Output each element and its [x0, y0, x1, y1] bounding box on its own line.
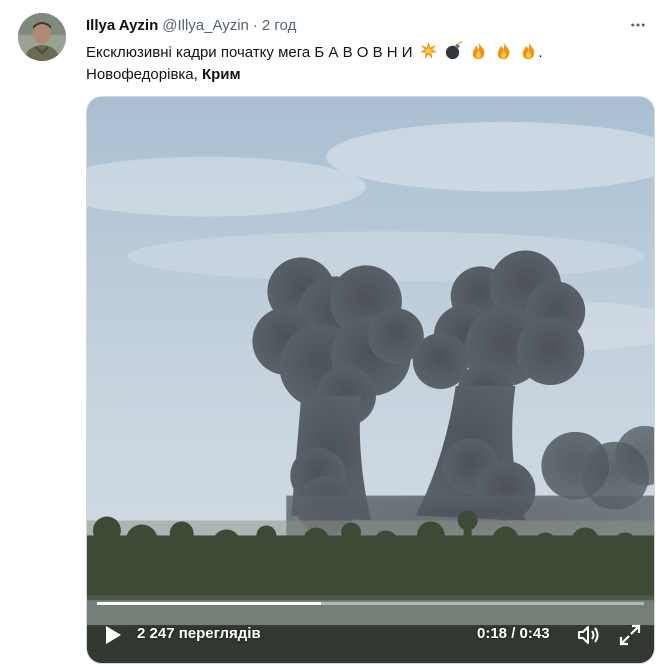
tweet-header: Illya Ayzin @Illya_Ayzin · 2 год — [86, 14, 652, 36]
more-options-icon[interactable] — [624, 11, 652, 39]
avatar-image — [18, 13, 66, 61]
location-text: Новофедорівка, — [86, 66, 202, 83]
video-progress-bar[interactable] — [97, 602, 644, 605]
view-count: 2 247 переглядів — [137, 625, 261, 642]
fire-icon — [523, 41, 535, 60]
video-player[interactable]: 2 247 переглядів 0:18 / 0:43 — [86, 96, 655, 664]
video-progress-fill — [97, 602, 322, 605]
tweet-text-line-2: Новофедорівка, Крим — [86, 64, 646, 86]
author-handle[interactable]: @Illya_Ayzin — [162, 17, 249, 34]
author-name[interactable]: Illya Ayzin — [86, 17, 158, 34]
fire-icon — [497, 41, 510, 60]
tweet-text-period: . — [538, 44, 543, 61]
location-bold: Крим — [201, 66, 241, 83]
play-icon[interactable] — [102, 624, 124, 646]
fullscreen-icon[interactable] — [617, 622, 643, 648]
video-frame — [87, 97, 654, 663]
fire-icon — [472, 41, 485, 60]
separator-dot: · — [252, 16, 258, 34]
bomb-icon — [445, 41, 463, 60]
volume-icon[interactable] — [575, 622, 601, 648]
tweet-text-main: Ексклюзивні кадри початку мега Б А В О В… — [86, 44, 413, 61]
tweet-text-line-1: Ексклюзивні кадри початку мега Б А В О В… — [86, 41, 646, 64]
collision-icon — [419, 41, 437, 60]
tweet-time[interactable]: 2 год — [262, 17, 296, 34]
avatar[interactable] — [18, 13, 66, 61]
video-controls: 2 247 переглядів 0:18 / 0:43 — [87, 607, 654, 663]
tweet-text: Ексклюзивні кадри початку мега Б А В О В… — [86, 41, 646, 86]
video-timecode: 0:18 / 0:43 — [477, 625, 550, 642]
